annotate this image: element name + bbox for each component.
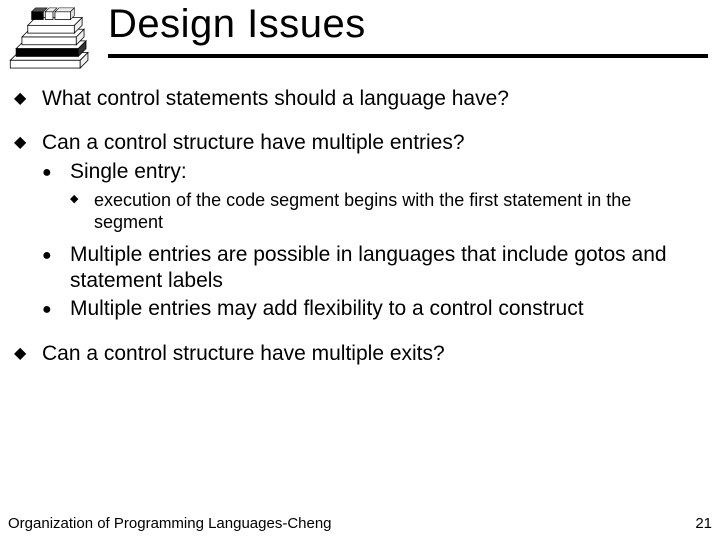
- bullet-level2: ● Single entry:: [42, 159, 704, 185]
- sub-sub-list: ◆ execution of the code segment begins w…: [70, 189, 704, 234]
- diamond-bullet-icon: ◆: [14, 341, 42, 364]
- bullet-text: Multiple entries may add flexibility to …: [70, 296, 704, 322]
- disc-bullet-icon: ●: [42, 159, 70, 183]
- title-underline: [108, 54, 708, 58]
- bullet-level3: ◆ execution of the code segment begins w…: [70, 189, 704, 234]
- slide-header: Design Issues: [0, 0, 720, 68]
- slide: Design Issues ◆ What control statements …: [0, 0, 720, 540]
- small-diamond-bullet-icon: ◆: [70, 189, 94, 207]
- bullet-text: execution of the code segment begins wit…: [94, 189, 704, 234]
- bullet-level1: ◆ Can a control structure have multiple …: [14, 130, 704, 156]
- bullet-text: What control statements should a languag…: [42, 86, 704, 112]
- slide-title: Design Issues: [108, 2, 366, 47]
- bullet-text: Multiple entries are possible in languag…: [70, 242, 704, 295]
- disc-bullet-icon: ●: [42, 242, 70, 266]
- sub-list: ● Single entry: ◆ execution of the code …: [42, 159, 704, 323]
- pyramid-stack-icon: [4, 4, 102, 70]
- diamond-bullet-icon: ◆: [14, 130, 42, 153]
- bullet-text: Can a control structure have multiple en…: [42, 130, 704, 156]
- bullet-level1: ◆ What control statements should a langu…: [14, 86, 704, 112]
- bullet-text: Single entry:: [70, 159, 704, 185]
- footer-text: Organization of Programming Languages-Ch…: [8, 515, 332, 532]
- bullet-text: Can a control structure have multiple ex…: [42, 341, 704, 367]
- page-number: 21: [695, 515, 712, 532]
- bullet-level1: ◆ Can a control structure have multiple …: [14, 341, 704, 367]
- disc-bullet-icon: ●: [42, 296, 70, 320]
- bullet-level2: ● Multiple entries are possible in langu…: [42, 242, 704, 295]
- bullet-level2: ● Multiple entries may add flexibility t…: [42, 296, 704, 322]
- slide-body: ◆ What control statements should a langu…: [14, 86, 704, 385]
- diamond-bullet-icon: ◆: [14, 86, 42, 109]
